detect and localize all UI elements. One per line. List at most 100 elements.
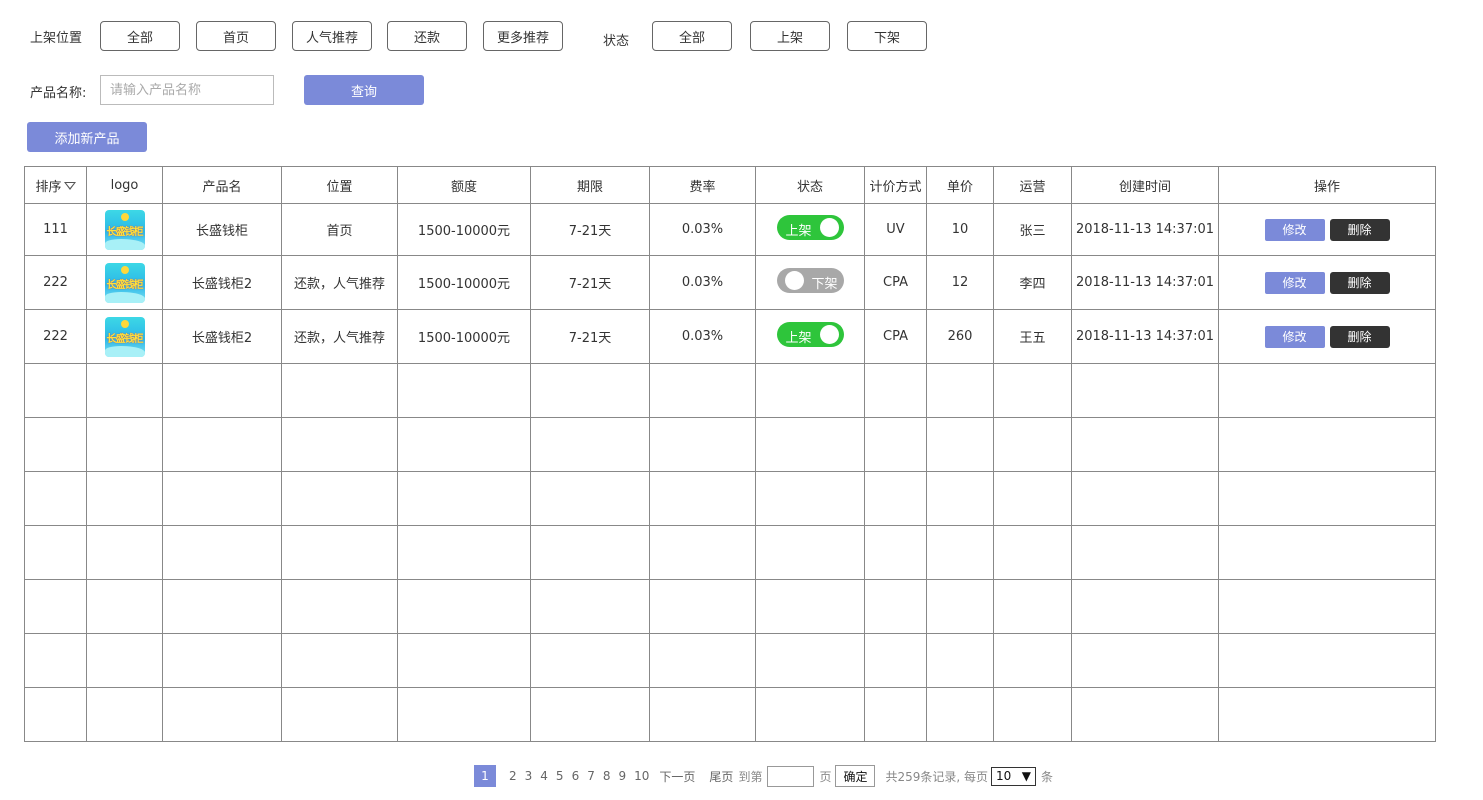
delete-button[interactable]: 删除 [1329, 325, 1390, 348]
empty-cell [755, 633, 865, 688]
cell-created: 2018-11-13 14:37:01 [1071, 255, 1219, 310]
page-3[interactable]: 3 [525, 769, 533, 783]
status-toggle[interactable]: 上架 [776, 322, 844, 347]
header-order-label: 排序 [35, 179, 62, 195]
empty-cell [649, 417, 756, 472]
page-1[interactable]: 1 [474, 765, 496, 787]
empty-cell [281, 633, 398, 688]
next-page-link[interactable]: 下一页 [659, 768, 695, 785]
table-row: 222 长盛钱柜 长盛钱柜2 还款，人气推荐 1500-10000元 7-21天 0.03%… [24, 309, 1436, 364]
empty-cell [649, 687, 756, 742]
empty-cell [993, 579, 1072, 634]
empty-cell [86, 633, 163, 688]
cell-amount: 1500-10000元 [397, 309, 531, 364]
coin-icon [120, 319, 129, 328]
page-5[interactable]: 5 [556, 769, 564, 783]
empty-cell [864, 687, 927, 742]
cell-status: 上架 [755, 203, 865, 256]
status-toggle[interactable]: 下架 [776, 268, 844, 293]
header-pricing: 计价方式 [864, 166, 927, 204]
empty-table-row [24, 633, 1436, 688]
page-size-select[interactable]: 10 ▼ [991, 766, 1037, 786]
page-7[interactable]: 7 [587, 769, 595, 783]
cell-pricing: CPA [864, 309, 927, 364]
cell-term: 7-21天 [530, 203, 650, 256]
page-size-value: 10 [996, 769, 1012, 783]
empty-cell [1218, 579, 1436, 634]
cell-operator: 张三 [993, 203, 1072, 256]
empty-cell [530, 363, 650, 418]
cell-position: 还款，人气推荐 [281, 309, 398, 364]
toggle-knob [819, 218, 839, 237]
empty-cell [397, 525, 531, 580]
cell-rate: 0.03% [649, 203, 756, 256]
cell-rate: 0.03% [649, 255, 756, 310]
logo-text: 长盛钱柜 [106, 333, 144, 345]
page-8[interactable]: 8 [603, 769, 611, 783]
cell-pricing: CPA [864, 255, 927, 310]
empty-table-row [24, 687, 1436, 742]
position-filter-repay[interactable]: 还款 [387, 21, 467, 51]
header-created: 创建时间 [1071, 166, 1219, 204]
empty-cell [530, 687, 650, 742]
position-filter-popular[interactable]: 人气推荐 [292, 21, 372, 51]
empty-cell [530, 417, 650, 472]
empty-table-row [24, 417, 1436, 472]
empty-cell [24, 579, 87, 634]
edit-button[interactable]: 修改 [1264, 271, 1325, 294]
empty-cell [162, 579, 282, 634]
header-status: 状态 [755, 166, 865, 204]
delete-button[interactable]: 删除 [1329, 218, 1390, 241]
cell-rate: 0.03% [649, 309, 756, 364]
position-filter-all[interactable]: 全部 [100, 21, 180, 51]
empty-cell [397, 417, 531, 472]
empty-cell [1071, 579, 1219, 634]
empty-cell [281, 687, 398, 742]
page-6[interactable]: 6 [572, 769, 580, 783]
add-product-button[interactable]: 添加新产品 [27, 122, 147, 152]
empty-cell [281, 363, 398, 418]
empty-cell [397, 633, 531, 688]
empty-cell [1218, 417, 1436, 472]
page-4[interactable]: 4 [540, 769, 548, 783]
product-name-input[interactable] [100, 75, 274, 105]
empty-cell [281, 579, 398, 634]
goto-page-input[interactable] [767, 765, 815, 787]
header-logo: logo [86, 166, 163, 204]
page-9[interactable]: 9 [618, 769, 626, 783]
empty-cell [1071, 633, 1219, 688]
query-button[interactable]: 查询 [304, 75, 424, 105]
goto-confirm-button[interactable]: 确定 [835, 765, 876, 787]
empty-cell [1071, 525, 1219, 580]
cell-amount: 1500-10000元 [397, 255, 531, 310]
status-filter-all[interactable]: 全部 [652, 21, 732, 51]
last-page-link[interactable]: 尾页 [709, 768, 733, 785]
header-order[interactable]: 排序 [24, 166, 87, 204]
cell-actions: 修改 删除 [1218, 255, 1436, 310]
status-filter-off[interactable]: 下架 [847, 21, 927, 51]
status-toggle[interactable]: 上架 [776, 215, 844, 240]
product-table: 排序 logo 产品名 位置 额度 期限 费率 状态 计价方式 单价 运营 创建… [24, 166, 1436, 742]
edit-button[interactable]: 修改 [1264, 218, 1325, 241]
sort-down-icon[interactable] [63, 182, 76, 190]
toggle-knob [784, 271, 804, 290]
empty-cell [281, 525, 398, 580]
cell-created: 2018-11-13 14:37:01 [1071, 203, 1219, 256]
cell-amount: 1500-10000元 [397, 203, 531, 256]
empty-cell [162, 417, 282, 472]
product-logo: 长盛钱柜 [104, 316, 145, 357]
table-row: 222 长盛钱柜 长盛钱柜2 还款，人气推荐 1500-10000元 7-21天 0.03%… [24, 255, 1436, 310]
cell-order: 222 [24, 255, 87, 310]
empty-cell [755, 471, 865, 526]
delete-button[interactable]: 删除 [1329, 271, 1390, 294]
page-2[interactable]: 2 [509, 769, 517, 783]
cell-position: 首页 [281, 203, 398, 256]
status-filter-on[interactable]: 上架 [750, 21, 830, 51]
cell-term: 7-21天 [530, 255, 650, 310]
position-filter-home[interactable]: 首页 [196, 21, 276, 51]
page-10[interactable]: 10 [634, 769, 649, 783]
position-filter-more[interactable]: 更多推荐 [483, 21, 563, 51]
header-operator: 运营 [993, 166, 1072, 204]
page-size-unit: 条 [1041, 769, 1054, 784]
edit-button[interactable]: 修改 [1264, 325, 1325, 348]
